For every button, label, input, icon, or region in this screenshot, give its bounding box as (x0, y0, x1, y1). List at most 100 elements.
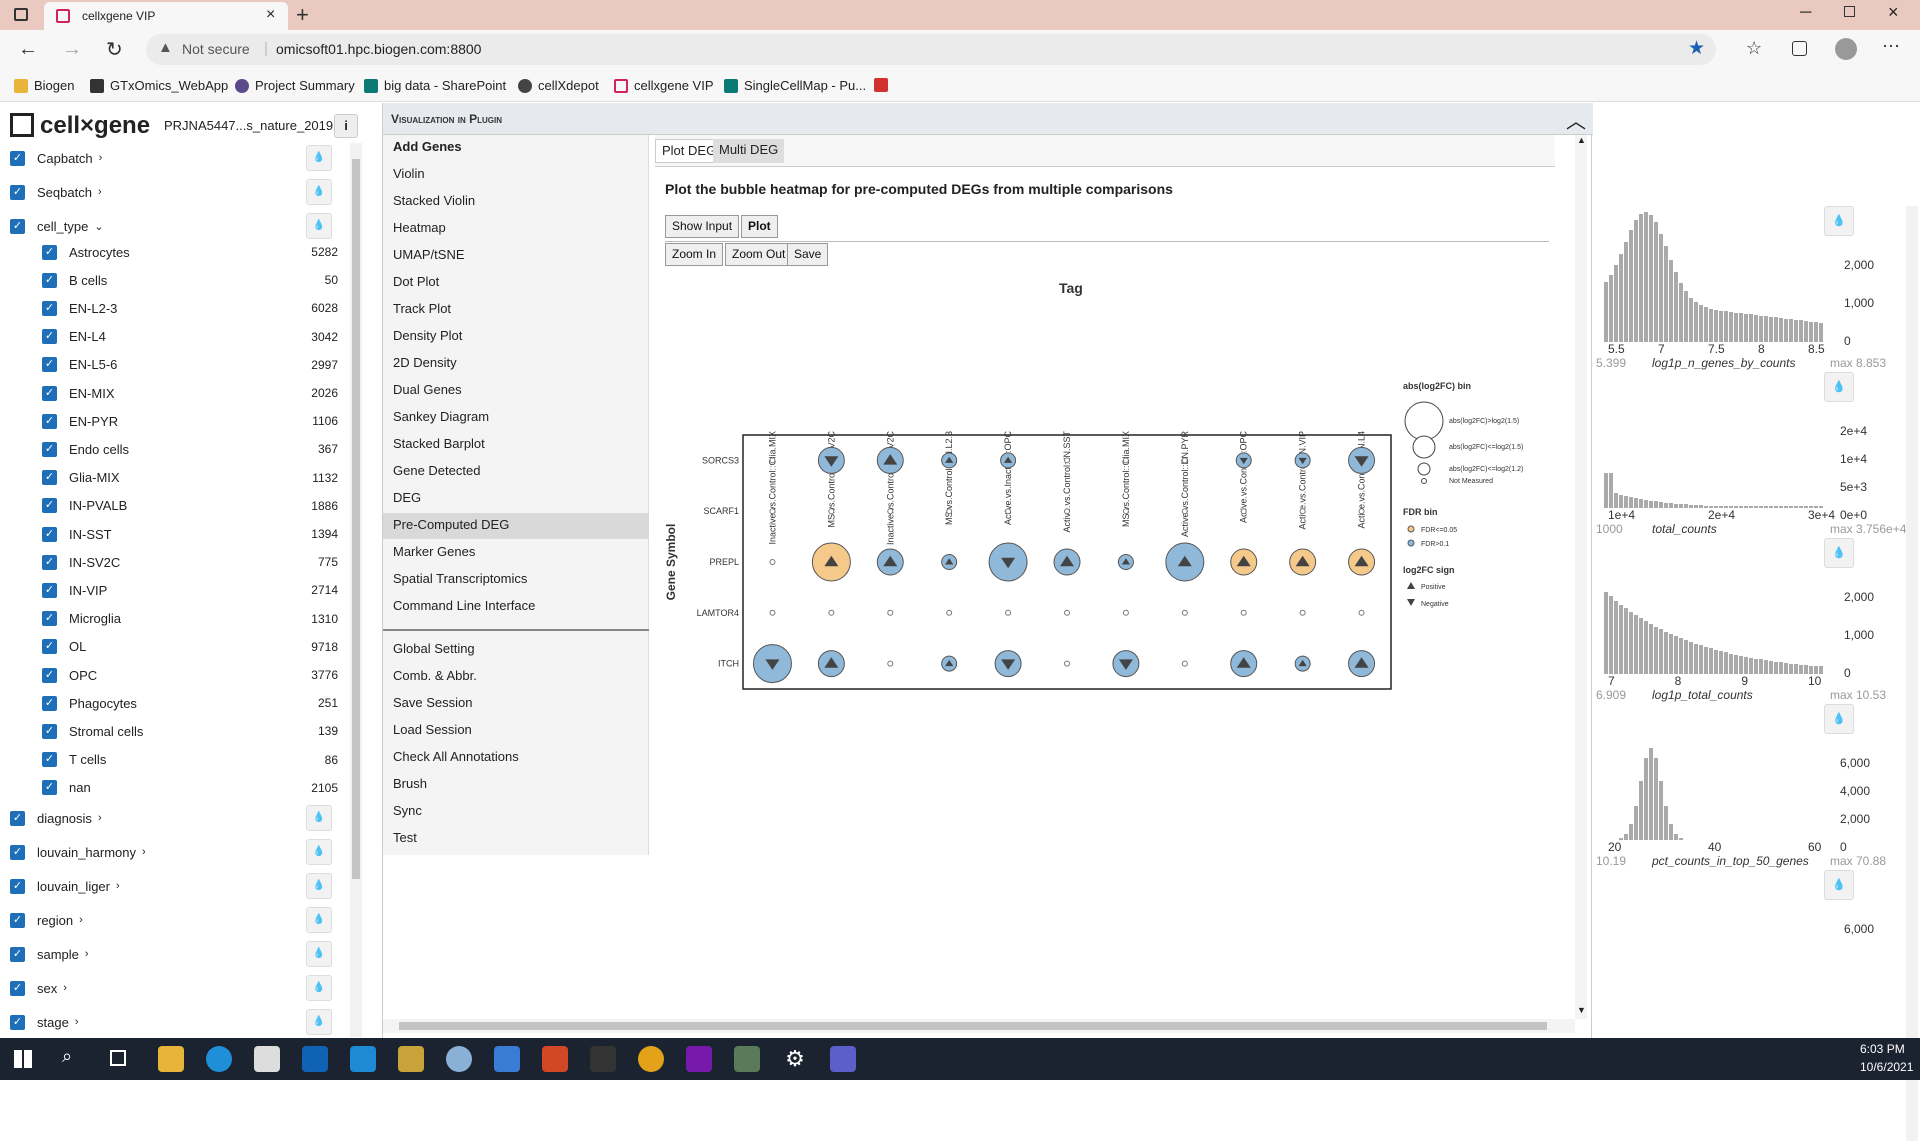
checkbox[interactable]: ✓ (42, 413, 57, 429)
tab-close-icon[interactable]: × (266, 6, 275, 24)
menu-item[interactable]: Stacked Barplot (393, 436, 485, 451)
bookmark-cellxgene-vip[interactable]: cellxgene VIP (614, 78, 714, 93)
outlook-icon[interactable] (302, 1046, 328, 1072)
checkbox[interactable]: ✓ (42, 441, 57, 457)
menu-item[interactable]: Violin (393, 166, 425, 181)
bookmark-project-summary[interactable]: Project Summary (235, 78, 355, 93)
chevron-right-icon[interactable]: › (99, 152, 103, 164)
store-icon[interactable] (254, 1046, 280, 1072)
color-by-button[interactable]: 💧 (306, 941, 332, 967)
category-louvain-liger[interactable]: ✓ louvain_liger › (10, 875, 340, 897)
menu-item[interactable]: Heatmap (393, 220, 446, 235)
checkbox[interactable]: ✓ (10, 912, 25, 928)
bookmark-pdf[interactable] (874, 78, 888, 92)
menu-item[interactable]: Spatial Transcriptomics (393, 571, 527, 586)
menu-item[interactable]: 2D Density (393, 355, 457, 370)
edge-icon[interactable] (206, 1046, 232, 1072)
checkbox[interactable]: ✓ (42, 470, 57, 486)
forward-icon[interactable]: → (62, 38, 82, 61)
plot-button[interactable]: Plot (741, 215, 778, 238)
checkbox[interactable]: ✓ (10, 946, 25, 962)
bookmark-sharepoint[interactable]: big data - SharePoint (364, 78, 506, 93)
teams-icon[interactable] (830, 1046, 856, 1072)
category-stage[interactable]: ✓ stage › (10, 1011, 340, 1033)
sidebar-toggle-icon[interactable] (14, 8, 28, 21)
h-scroll-thumb[interactable] (399, 1022, 1547, 1030)
sidebar-scrollbar[interactable] (350, 143, 362, 1037)
info-icon[interactable]: i (334, 114, 358, 138)
chevron-right-icon[interactable]: › (142, 846, 146, 858)
menu-item[interactable]: Load Session (393, 722, 472, 737)
chrome-icon[interactable] (638, 1046, 664, 1072)
color-by-button[interactable]: 💧 (306, 873, 332, 899)
histogram-scrollbar[interactable] (1906, 206, 1918, 1141)
chevron-right-icon[interactable]: › (63, 982, 67, 994)
checkbox[interactable]: ✓ (42, 752, 57, 768)
color-by-button[interactable]: 💧 (306, 213, 332, 239)
color-by-button[interactable]: 💧 (1824, 372, 1854, 402)
minimize-icon[interactable]: ─ (1800, 4, 1811, 22)
menu-item[interactable]: Sankey Diagram (393, 409, 489, 424)
checkbox[interactable]: ✓ (10, 980, 25, 996)
checkbox[interactable]: ✓ (42, 554, 57, 570)
checkbox[interactable]: ✓ (42, 244, 57, 260)
checkbox[interactable]: ✓ (42, 639, 57, 655)
category-sex[interactable]: ✓ sex › (10, 977, 340, 999)
color-by-button[interactable]: 💧 (1824, 538, 1854, 568)
chevron-right-icon[interactable]: › (98, 186, 102, 198)
profile-avatar[interactable] (1835, 38, 1857, 60)
color-by-button[interactable]: 💧 (1824, 206, 1854, 236)
menu-item[interactable]: Add Genes (393, 139, 462, 154)
close-window-icon[interactable]: × (1888, 2, 1899, 23)
checkbox[interactable]: ✓ (42, 723, 57, 739)
category-sample[interactable]: ✓ sample › (10, 943, 340, 965)
bookmark-singlecellmap[interactable]: SingleCellMap - Pu... (724, 78, 866, 93)
menu-item[interactable]: Global Setting (393, 641, 475, 656)
category-louvain-harmony[interactable]: ✓ louvain_harmony › (10, 841, 340, 863)
bookmark-gtxomics[interactable]: GTxOmics_WebApp (90, 78, 228, 93)
bookmark-cellxdepot[interactable]: cellXdepot (518, 78, 599, 93)
checkbox[interactable]: ✓ (10, 878, 25, 894)
collections-icon[interactable] (1792, 41, 1807, 56)
menu-item[interactable]: Check All Annotations (393, 749, 519, 764)
task-view-icon[interactable] (110, 1050, 126, 1066)
chevron-right-icon[interactable]: › (116, 880, 120, 892)
checkbox[interactable]: ✓ (10, 150, 25, 166)
menu-item[interactable]: Dual Genes (393, 382, 462, 397)
back-icon[interactable]: ← (18, 38, 38, 61)
git-icon[interactable] (398, 1046, 424, 1072)
color-by-button[interactable]: 💧 (306, 839, 332, 865)
start-icon[interactable] (14, 1050, 32, 1068)
zoom-out-button[interactable]: Zoom Out (725, 243, 793, 266)
bookmark-biogen[interactable]: Biogen (14, 78, 74, 93)
new-tab-icon[interactable]: + (296, 2, 309, 28)
checkbox[interactable]: ✓ (42, 780, 57, 796)
menu-item[interactable]: Brush (393, 776, 427, 791)
color-by-button[interactable]: 💧 (306, 975, 332, 1001)
checkbox[interactable]: ✓ (42, 526, 57, 542)
chevron-right-icon[interactable]: › (79, 914, 83, 926)
vscode-icon[interactable] (350, 1046, 376, 1072)
menu-item[interactable]: Sync (393, 803, 422, 818)
r-icon[interactable] (446, 1046, 472, 1072)
browser-tab[interactable]: cellxgene VIP × (44, 2, 288, 30)
chevron-right-icon[interactable]: › (98, 812, 102, 824)
menu-item[interactable]: Density Plot (393, 328, 462, 343)
photos-icon[interactable] (494, 1046, 520, 1072)
zoom-in-button[interactable]: Zoom In (665, 243, 724, 266)
onenote-icon[interactable] (686, 1046, 712, 1072)
chevron-right-icon[interactable]: › (75, 1016, 79, 1028)
menu-item[interactable]: Marker Genes (393, 544, 475, 559)
sidebar-scroll-thumb[interactable] (352, 159, 360, 879)
checkbox[interactable]: ✓ (42, 385, 57, 401)
menu-item[interactable]: Stacked Violin (393, 193, 475, 208)
color-by-button[interactable]: 💧 (306, 907, 332, 933)
menu-item[interactable]: Save Session (393, 695, 473, 710)
category-cell-type[interactable]: ✓ cell_type ⌄ (10, 215, 340, 237)
checkbox[interactable]: ✓ (42, 667, 57, 683)
color-by-button[interactable]: 💧 (306, 805, 332, 831)
powerpoint-icon[interactable] (542, 1046, 568, 1072)
favorites-icon[interactable]: ☆ (1746, 38, 1762, 59)
category-capbatch[interactable]: ✓ Capbatch › (10, 147, 340, 169)
checkbox[interactable]: ✓ (10, 810, 25, 826)
